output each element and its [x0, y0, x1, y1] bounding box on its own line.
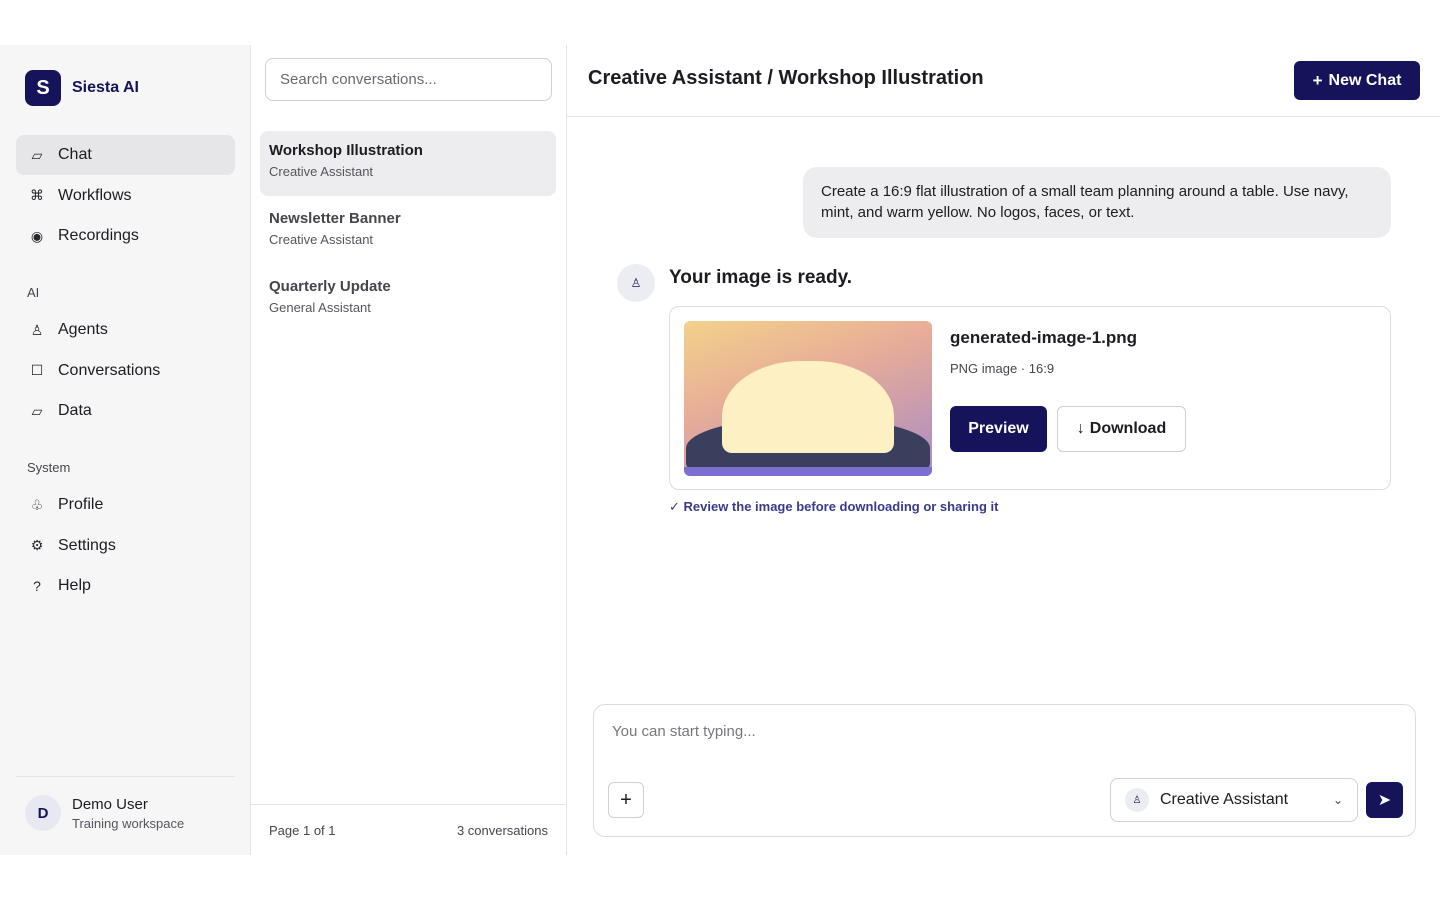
conversation-footer: Page 1 of 1 3 conversations [251, 804, 566, 855]
section-label-ai: AI [27, 285, 40, 300]
send-icon: ➤ [1377, 792, 1392, 809]
chat-icon: ▱ [31, 146, 43, 163]
square-icon: ☐ [30, 362, 44, 379]
user-message: Create a 16:9 flat illustration of a sma… [803, 167, 1391, 238]
agent-icon: ♙ [30, 321, 44, 338]
chat-header: Creative Assistant / Workshop Illustrati… [567, 45, 1440, 117]
sidebar-item-label: Recordings [58, 227, 139, 245]
thumbnail-shape-paper [722, 361, 894, 453]
plus-icon: + [1312, 70, 1323, 90]
sidebar-item-label: Conversations [58, 361, 161, 379]
conversation-count: 3 conversations [456, 822, 548, 838]
conversation-agent: General Assistant [269, 300, 371, 315]
generated-image-thumbnail[interactable] [684, 321, 932, 476]
brand[interactable]: S Siesta AI [25, 70, 139, 106]
ai-nav: ♙ Agents ☐ Conversations ▱ Data [16, 310, 235, 432]
conversation-title: Newsletter Banner [269, 210, 401, 227]
command-icon: ⌘ [30, 187, 44, 204]
search-input[interactable] [265, 58, 552, 101]
sidebar: S Siesta AI ▱ Chat ⌘ Workflows ◉ Recordi… [0, 45, 251, 855]
conversation-item[interactable]: Workshop Illustration Creative Assistant [260, 131, 556, 196]
sidebar-item-agents[interactable]: ♙ Agents [16, 310, 235, 350]
conversation-title: Workshop Illustration [269, 142, 423, 159]
file-name: generated-image-1.png [950, 328, 1138, 347]
sidebar-item-label: Help [58, 577, 91, 595]
conversation-agent: Creative Assistant [269, 232, 374, 247]
thumbnail-shape-base [684, 467, 932, 476]
sidebar-item-settings[interactable]: ⚙ Settings [16, 526, 235, 566]
section-label-system: System [27, 460, 71, 475]
file-meta: PNG image · 16:9 [950, 361, 1055, 376]
help-icon: ? [33, 578, 41, 595]
review-note: ✓ Review the image before downloading or… [669, 499, 999, 514]
divider [16, 776, 235, 777]
download-arrow-icon: ↓ [1076, 420, 1085, 437]
user-workspace: Training workspace [72, 815, 185, 831]
record-icon: ◉ [30, 227, 44, 244]
assistant-message-title: Your image is ready. [669, 267, 853, 288]
conversation-item[interactable]: Quarterly Update General Assistant [260, 267, 556, 332]
app-window: S Siesta AI ▱ Chat ⌘ Workflows ◉ Recordi… [0, 45, 1440, 855]
assistant-avatar-icon: ♙ [617, 264, 655, 302]
gear-icon: ⚙ [30, 537, 44, 554]
chat-panel: Creative Assistant / Workshop Illustrati… [567, 45, 1440, 855]
send-button[interactable]: ➤ [1366, 782, 1403, 818]
sidebar-item-label: Agents [58, 321, 108, 338]
attach-button[interactable]: + [608, 782, 644, 818]
new-chat-label: New Chat [1328, 71, 1402, 89]
sidebar-item-data[interactable]: ▱ Data [16, 391, 235, 431]
chevron-down-icon: ⌄ [1332, 793, 1343, 807]
brand-name: Siesta AI [72, 79, 139, 96]
sidebar-item-label: Profile [58, 496, 104, 513]
agent-select-label: Creative Assistant [1160, 791, 1289, 808]
brand-logo: S [25, 70, 61, 106]
sidebar-item-label: Chat [58, 146, 92, 163]
agent-icon: ♙ [1125, 788, 1149, 812]
main-nav: ▱ Chat ⌘ Workflows ◉ Recordings [16, 135, 235, 257]
profile-icon: ♧ [30, 496, 44, 513]
conversation-agent: Creative Assistant [269, 164, 374, 179]
image-attachment-card: generated-image-1.png PNG image · 16:9 P… [669, 306, 1391, 490]
sidebar-item-help[interactable]: ? Help [16, 566, 235, 606]
plus-icon: + [620, 788, 632, 811]
user-profile[interactable]: D Demo User Training workspace [25, 795, 184, 831]
avatar: D [25, 795, 61, 831]
sidebar-item-workflows[interactable]: ⌘ Workflows [16, 176, 235, 216]
conversation-item[interactable]: Newsletter Banner Creative Assistant [260, 199, 556, 264]
page-info: Page 1 of 1 [269, 822, 336, 838]
agent-select[interactable]: ♙ Creative Assistant ⌄ [1110, 778, 1358, 822]
sidebar-item-profile[interactable]: ♧ Profile [16, 485, 235, 525]
data-icon: ▱ [31, 402, 43, 419]
sidebar-item-label: Data [58, 402, 92, 420]
composer: + ♙ Creative Assistant ⌄ ➤ [593, 704, 1416, 837]
breadcrumb: Creative Assistant / Workshop Illustrati… [588, 67, 984, 89]
conversation-list: Workshop Illustration Creative Assistant… [251, 45, 567, 855]
preview-button[interactable]: Preview [950, 406, 1047, 452]
download-label: Download [1089, 420, 1167, 437]
conversation-title: Quarterly Update [269, 278, 391, 295]
new-chat-button[interactable]: + New Chat [1294, 61, 1420, 100]
user-name: Demo User [72, 795, 148, 813]
download-button[interactable]: ↓ Download [1057, 406, 1186, 452]
system-nav: ♧ Profile ⚙ Settings ? Help [16, 485, 235, 607]
sidebar-item-label: Settings [58, 536, 116, 554]
message-input[interactable] [612, 723, 1392, 740]
sidebar-item-chat[interactable]: ▱ Chat [16, 135, 235, 175]
sidebar-item-recordings[interactable]: ◉ Recordings [16, 216, 235, 256]
sidebar-item-label: Workflows [58, 186, 132, 204]
sidebar-item-conversations[interactable]: ☐ Conversations [16, 351, 235, 391]
